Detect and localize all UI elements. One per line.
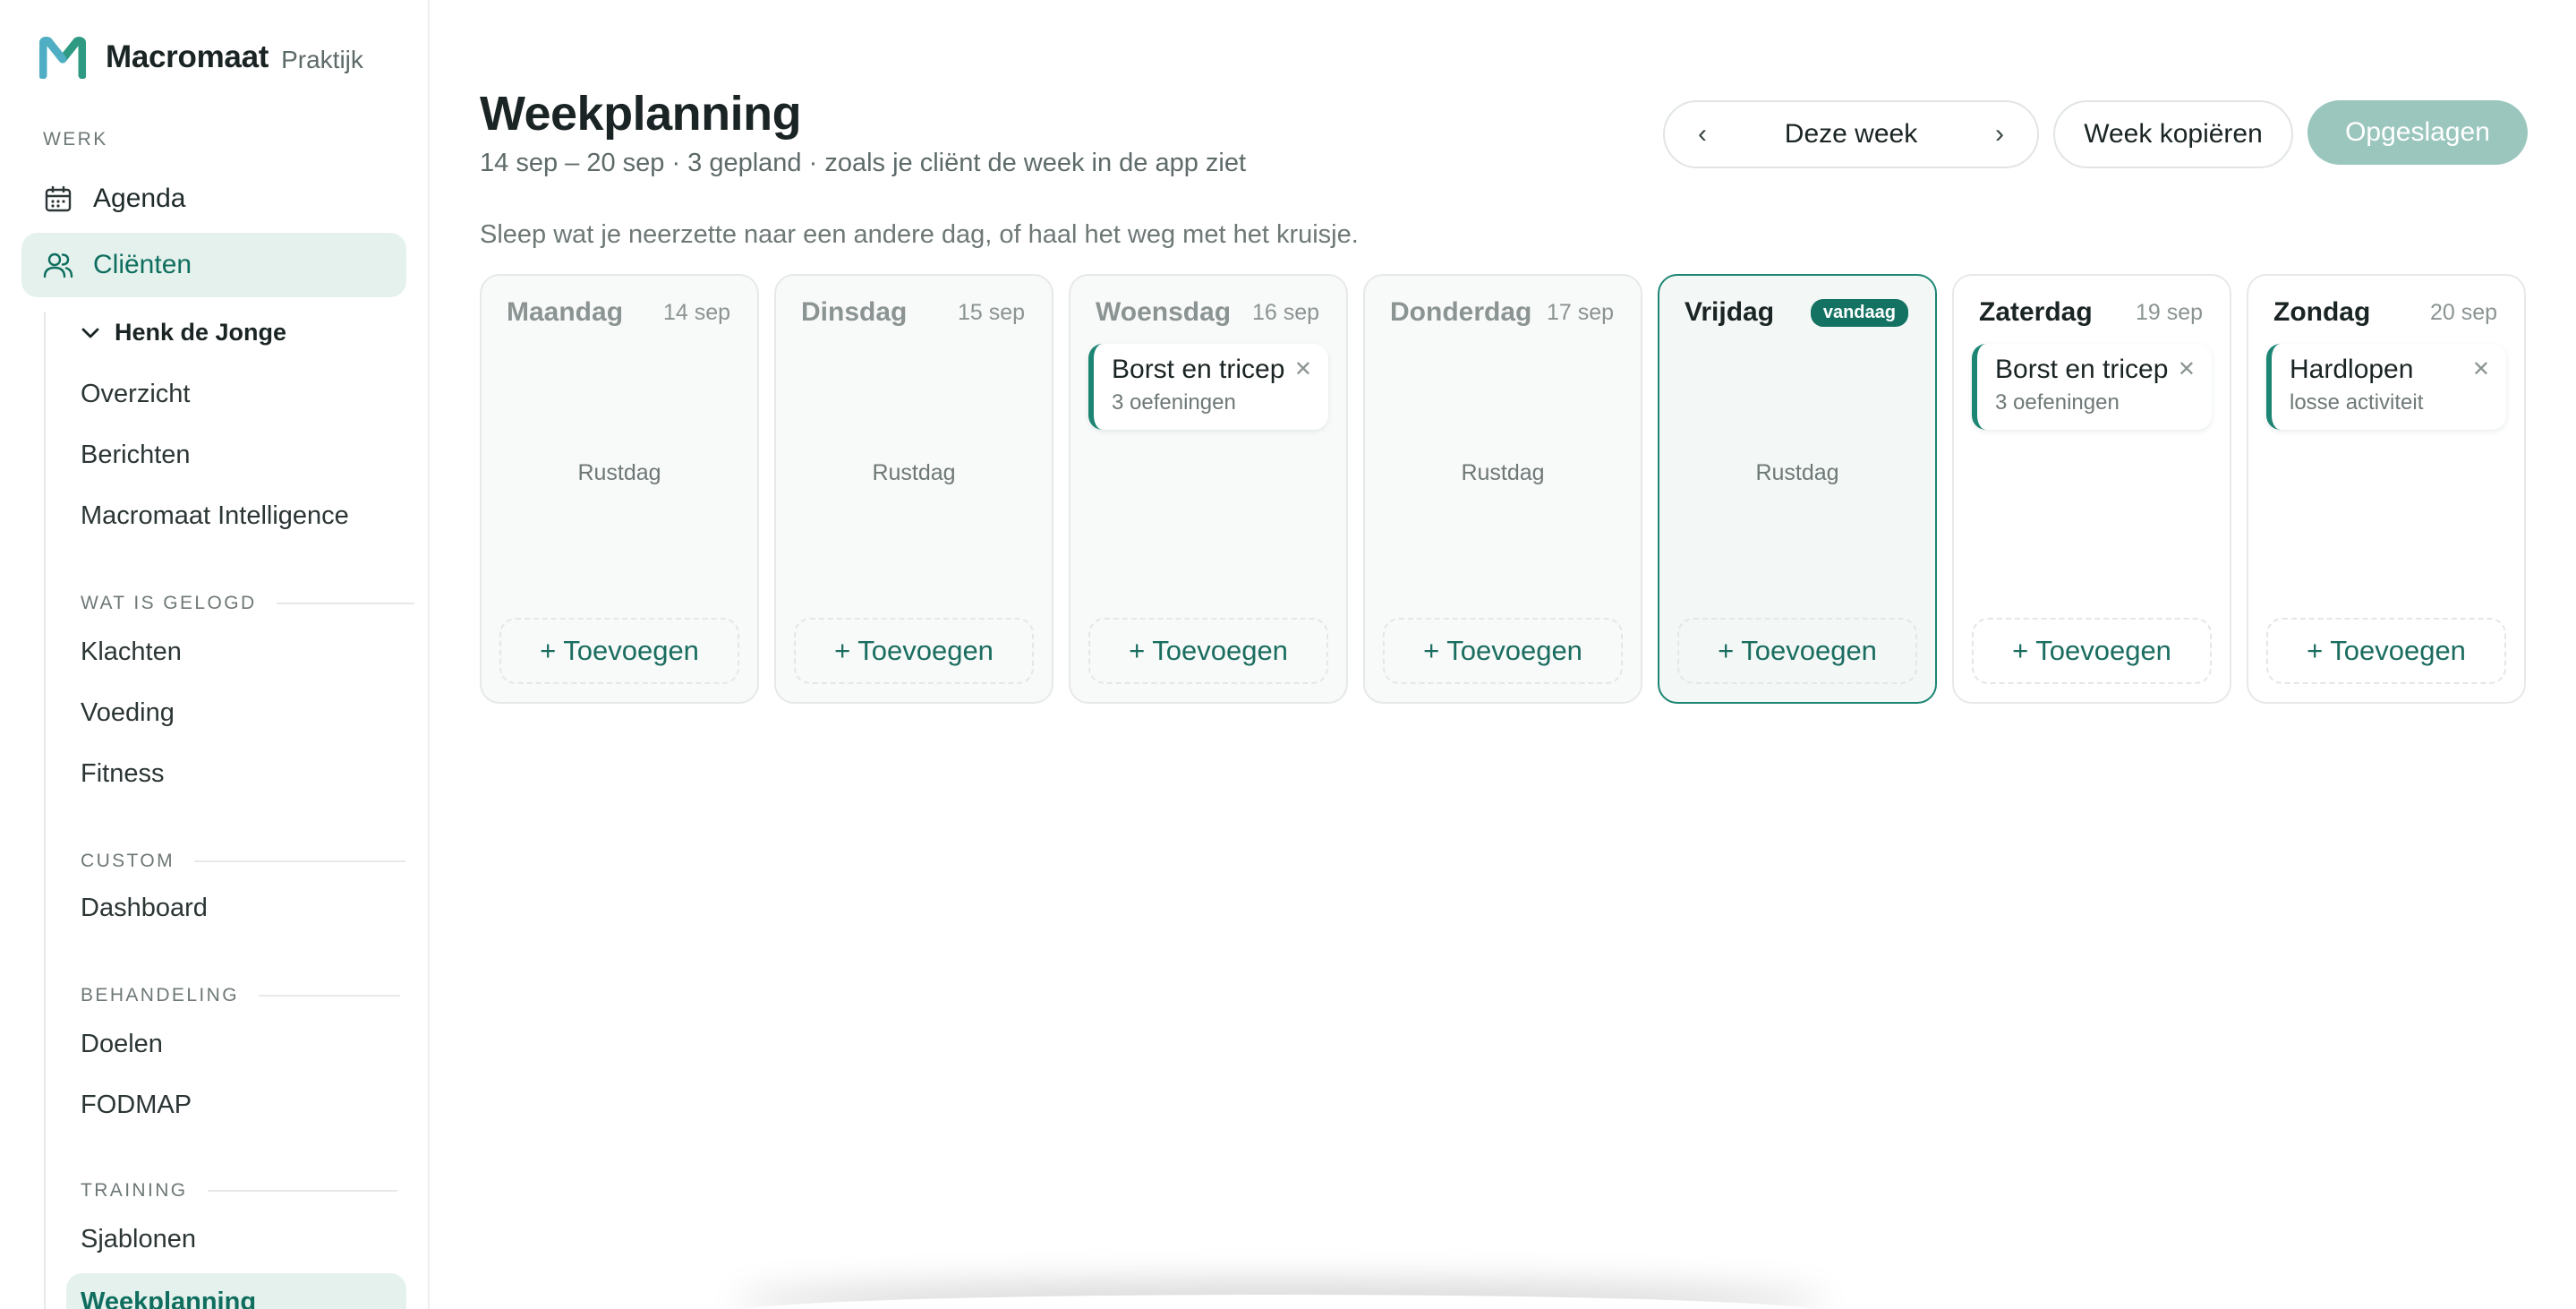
day-column-zondag[interactable]: Zondag 20 sep Hardlopen losse activiteit… xyxy=(2247,274,2526,704)
day-date: 20 sep xyxy=(2429,299,2497,325)
main-content: Weekplanning 14 sep – 20 sep · 3 gepland… xyxy=(430,0,2576,1309)
section-label-wat-is-gelogd: WAT IS GELOGD xyxy=(81,593,414,614)
nav-item-label: Agenda xyxy=(93,184,186,213)
sidebar: Macromaat Praktijk WERK Agenda Cliënten … xyxy=(0,0,430,1309)
sidebar-item-doelen[interactable]: Doelen xyxy=(81,1030,163,1059)
week-days: Maandag 14 sep Rustdag + Toevoegen Dinsd… xyxy=(480,274,2528,704)
section-label-behandeling: BEHANDELING xyxy=(81,985,400,1006)
sidebar-item-voeding[interactable]: Voeding xyxy=(81,698,175,728)
tree-line xyxy=(44,312,46,1309)
workout-card[interactable]: Hardlopen losse activiteit ✕ xyxy=(2266,344,2506,430)
chevron-down-icon xyxy=(81,321,104,345)
day-date: 15 sep xyxy=(957,299,1025,325)
sidebar-item-weekplanning[interactable]: Weekplanning xyxy=(66,1273,406,1309)
day-column-dinsdag[interactable]: Dinsdag 15 sep Rustdag + Toevoegen xyxy=(774,274,1053,704)
day-name: Zondag xyxy=(2273,297,2371,327)
add-button[interactable]: + Toevoegen xyxy=(1677,618,1917,684)
sidebar-item-klachten[interactable]: Klachten xyxy=(81,637,182,667)
workout-subtitle: 3 oefeningen xyxy=(1995,390,2120,415)
day-header: Maandag 14 sep xyxy=(507,297,730,328)
sidebar-item-fodmap[interactable]: FODMAP xyxy=(81,1091,192,1120)
day-column-donderdag[interactable]: Donderdag 17 sep Rustdag + Toevoegen xyxy=(1363,274,1642,704)
week-label[interactable]: Deze week xyxy=(1785,119,1917,150)
day-column-maandag[interactable]: Maandag 14 sep Rustdag + Toevoegen xyxy=(480,274,759,704)
today-badge: vandaag xyxy=(1810,298,1908,327)
day-header: Woensdag 16 sep xyxy=(1096,297,1319,328)
day-name: Zaterdag xyxy=(1979,297,2093,327)
sidebar-item-sjablonen[interactable]: Sjablonen xyxy=(81,1225,196,1254)
copy-week-button[interactable]: Week kopiëren xyxy=(2053,100,2293,168)
sidebar-item-dashboard[interactable]: Dashboard xyxy=(81,894,208,923)
macromaat-logo-icon xyxy=(39,37,86,79)
section-label-werk: WERK xyxy=(43,129,108,150)
brand-sub: Praktijk xyxy=(281,46,363,73)
day-name: Vrijdag xyxy=(1685,297,1775,327)
week-navigator: ‹ Deze week › xyxy=(1663,100,2039,168)
rest-day-label: Rustdag xyxy=(1755,460,1839,485)
add-button[interactable]: + Toevoegen xyxy=(499,618,739,684)
add-button[interactable]: + Toevoegen xyxy=(794,618,1034,684)
day-name: Maandag xyxy=(507,297,624,327)
calendar-icon xyxy=(43,184,73,214)
add-button[interactable]: + Toevoegen xyxy=(2266,618,2506,684)
workout-card[interactable]: Borst en tricep 3 oefeningen ✕ xyxy=(1088,344,1328,430)
brand[interactable]: Macromaat Praktijk xyxy=(39,36,363,79)
page-subtitle: 14 sep – 20 sep · 3 gepland · zoals je c… xyxy=(480,149,1247,177)
hint-text: Sleep wat je neerzette naar een andere d… xyxy=(480,220,1359,249)
divider xyxy=(258,995,400,997)
prev-week-button[interactable]: ‹ xyxy=(1692,119,1713,150)
brand-name: Macromaat xyxy=(106,39,269,74)
workout-subtitle: losse activiteit xyxy=(2290,390,2424,415)
day-name: Dinsdag xyxy=(801,297,908,327)
divider xyxy=(207,1190,397,1192)
sidebar-item-overzicht[interactable]: Overzicht xyxy=(81,380,190,409)
rest-day-label: Rustdag xyxy=(1461,460,1545,485)
next-week-button[interactable]: › xyxy=(1989,119,2010,150)
day-name: Woensdag xyxy=(1096,297,1232,327)
day-date: 17 sep xyxy=(1546,299,1614,325)
rest-day-label: Rustdag xyxy=(872,460,956,485)
section-label-custom: CUSTOM xyxy=(81,851,406,872)
close-icon[interactable]: ✕ xyxy=(2178,356,2196,382)
day-date: 14 sep xyxy=(662,299,730,325)
sidebar-item-berichten[interactable]: Berichten xyxy=(81,441,191,470)
divider xyxy=(276,603,414,604)
add-button[interactable]: + Toevoegen xyxy=(1972,618,2212,684)
section-label-training: TRAINING xyxy=(81,1180,397,1202)
nav-item-clienten[interactable]: Cliënten xyxy=(21,233,406,297)
day-header: Zaterdag 19 sep xyxy=(1979,297,2203,328)
day-header: Donderdag 17 sep xyxy=(1390,297,1614,328)
nav-item-label: Cliënten xyxy=(93,250,192,279)
day-header: Vrijdag vandaag xyxy=(1685,297,1908,328)
workout-card[interactable]: Borst en tricep 3 oefeningen ✕ xyxy=(1972,344,2212,430)
day-header: Dinsdag 15 sep xyxy=(801,297,1025,328)
day-name: Donderdag xyxy=(1390,297,1532,327)
client-toggle[interactable]: Henk de Jonge xyxy=(81,319,286,346)
sidebar-item-macromaat-intelligence[interactable]: Macromaat Intelligence xyxy=(81,501,349,531)
client-name: Henk de Jonge xyxy=(115,319,287,346)
page-title: Weekplanning xyxy=(480,87,802,141)
day-header: Zondag 20 sep xyxy=(2273,297,2497,328)
workout-subtitle: 3 oefeningen xyxy=(1112,390,1236,415)
day-date: 16 sep xyxy=(1251,299,1319,325)
add-button[interactable]: + Toevoegen xyxy=(1383,618,1623,684)
day-column-woensdag[interactable]: Woensdag 16 sep Borst en tricep 3 oefeni… xyxy=(1069,274,1348,704)
nav-item-agenda[interactable]: Agenda xyxy=(21,167,406,231)
sidebar-item-fitness[interactable]: Fitness xyxy=(81,759,164,789)
close-icon[interactable]: ✕ xyxy=(1294,356,1312,382)
divider xyxy=(194,860,406,862)
day-date: 19 sep xyxy=(2135,299,2203,325)
close-icon[interactable]: ✕ xyxy=(2472,356,2490,382)
day-column-zaterdag[interactable]: Zaterdag 19 sep Borst en tricep 3 oefeni… xyxy=(1952,274,2231,704)
saved-button[interactable]: Opgeslagen xyxy=(2307,100,2528,165)
add-button[interactable]: + Toevoegen xyxy=(1088,618,1328,684)
users-icon xyxy=(43,250,73,280)
day-column-vrijdag[interactable]: Vrijdag vandaag Rustdag + Toevoegen xyxy=(1658,274,1937,704)
rest-day-label: Rustdag xyxy=(577,460,661,485)
